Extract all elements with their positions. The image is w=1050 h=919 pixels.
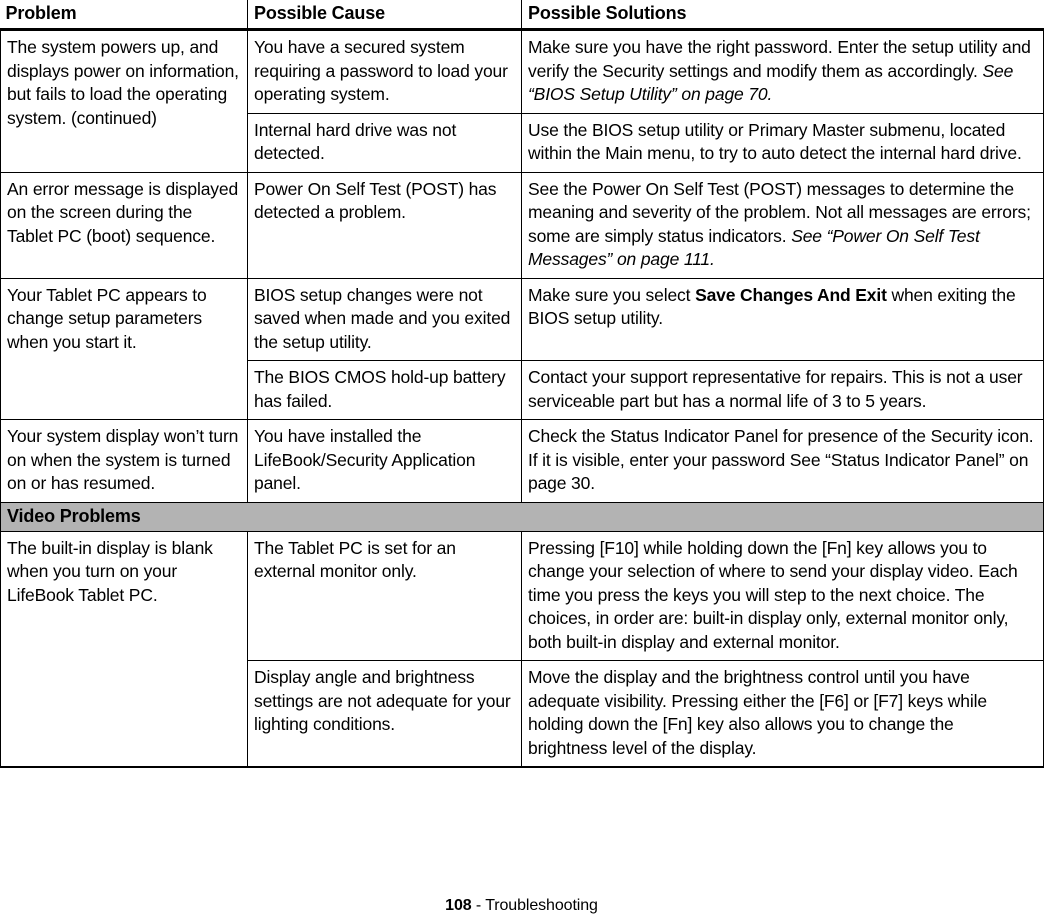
table-row: The built-in display is blank when you t… <box>0 531 1044 768</box>
solution-cell: Use the BIOS setup utility or Primary Ma… <box>521 113 1044 173</box>
cause-cell: Power On Self Test (POST) has detected a… <box>247 172 522 279</box>
solution-cell: Pressing [F10] while holding down the [F… <box>521 531 1044 661</box>
column-header-problem: Problem <box>0 0 248 31</box>
cause-cell: BIOS setup changes were not saved when m… <box>247 278 522 361</box>
section-band-row: Video Problems <box>0 501 1044 532</box>
cause-cell: You have installed the LifeBook/Security… <box>247 419 522 503</box>
footer-section-label: - Troubleshooting <box>471 897 598 914</box>
table-row: The system powers up, and displays power… <box>0 29 1044 173</box>
footer-page-number: 108 <box>445 897 472 914</box>
table-header-row: Problem Possible Cause Possible Solution… <box>0 0 1044 31</box>
solution-cell: Move the display and the brightness cont… <box>521 660 1044 768</box>
troubleshooting-table: Problem Possible Cause Possible Solution… <box>0 0 1044 768</box>
solution-cell: See the Power On Self Test (POST) messag… <box>521 172 1044 279</box>
solution-cell: Make sure you have the right password. E… <box>521 29 1044 114</box>
solution-emphasis: Save Changes And Exit <box>695 284 887 305</box>
solution-cell: Contact your support representative for … <box>521 360 1044 420</box>
table-row: Your system display won’t turn on when t… <box>0 419 1044 503</box>
solution-text: Make sure you have the right password. E… <box>528 37 1031 81</box>
solution-cell: Make sure you select Save Changes And Ex… <box>521 278 1044 361</box>
solution-text: Make sure you select <box>528 284 696 305</box>
cause-cell: You have a secured system requiring a pa… <box>247 29 522 114</box>
page-footer: 108 - Troubleshooting <box>0 896 1043 916</box>
problem-cell: Your Tablet PC appears to change setup p… <box>0 278 248 420</box>
cause-cell: Internal hard drive was not detected. <box>247 113 522 173</box>
section-header-video-problems: Video Problems <box>0 501 1044 532</box>
table-row: An error message is displayed on the scr… <box>0 172 1044 279</box>
cause-cell: The BIOS CMOS hold-up battery has failed… <box>247 360 522 420</box>
problem-cell: The system powers up, and displays power… <box>0 29 248 173</box>
problem-cell: Your system display won’t turn on when t… <box>0 419 248 503</box>
cause-cell: Display angle and brightness settings ar… <box>247 660 522 768</box>
table-row: Your Tablet PC appears to change setup p… <box>0 278 1044 420</box>
cause-cell: The Tablet PC is set for an external mon… <box>247 531 522 661</box>
column-header-possible-solutions: Possible Solutions <box>521 0 1044 31</box>
document-page: Problem Possible Cause Possible Solution… <box>0 0 1050 919</box>
problem-cell: The built-in display is blank when you t… <box>0 531 248 768</box>
solution-cell: Check the Status Indicator Panel for pre… <box>521 419 1044 503</box>
problem-cell: An error message is displayed on the scr… <box>0 172 248 279</box>
column-header-possible-cause: Possible Cause <box>247 0 522 31</box>
